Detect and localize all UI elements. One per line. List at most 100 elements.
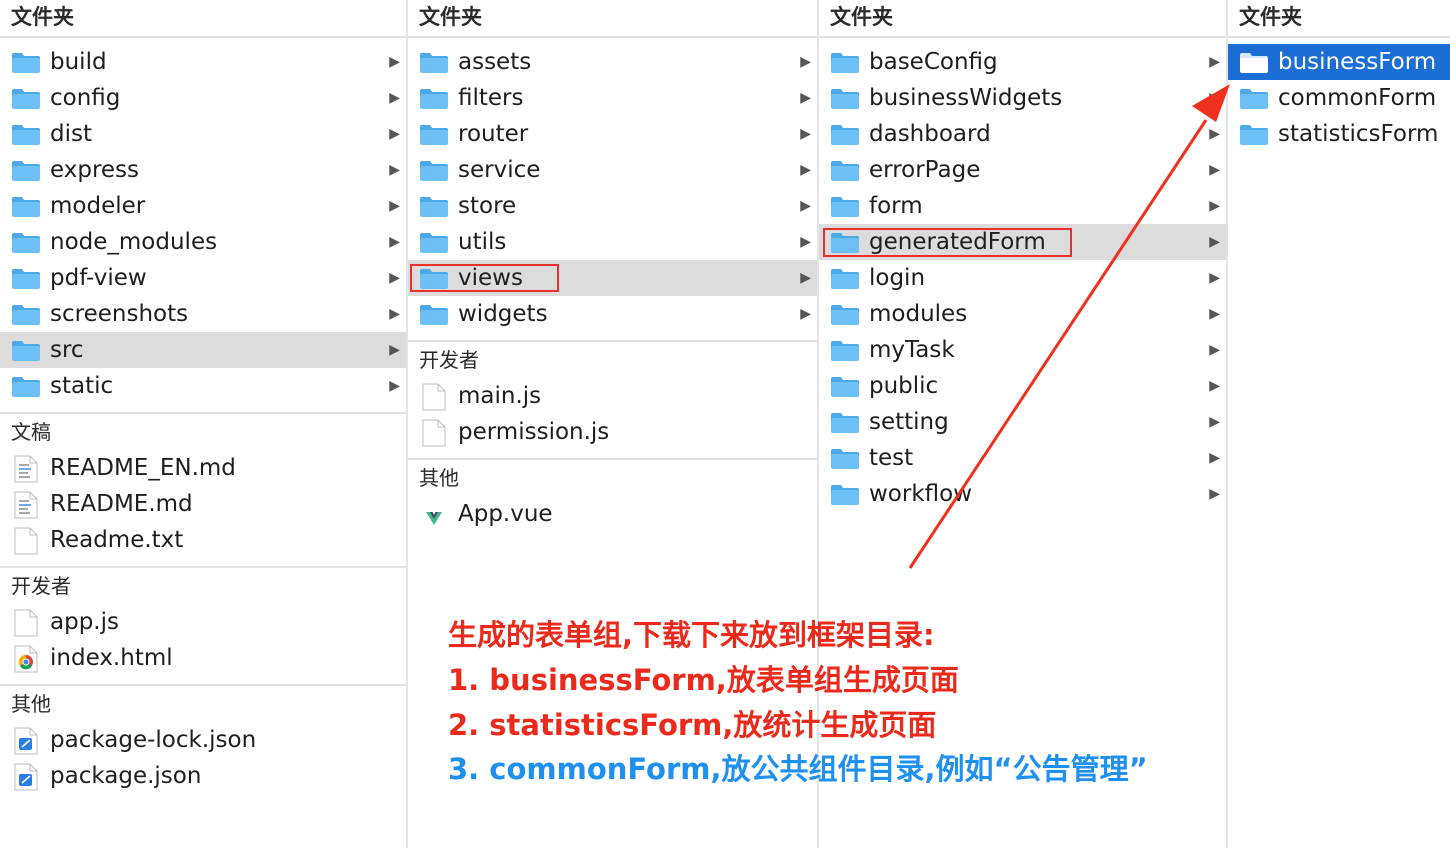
folder-row-config[interactable]: config ▶ (0, 80, 406, 116)
blank-doc-icon (14, 609, 38, 637)
folder-row-static[interactable]: static ▶ (0, 368, 406, 404)
folder-row-assets[interactable]: assets ▶ (408, 44, 817, 80)
folder-label: dashboard (869, 121, 991, 147)
folder-row-setting[interactable]: setting ▶ (819, 404, 1226, 440)
folder-row-commonform[interactable]: commonForm (1228, 80, 1450, 116)
folder-list: baseConfig ▶ businessWidgets ▶ dashboard ▶ err… (819, 44, 1226, 512)
folder-list: businessForm commonForm statisticsForm (1228, 44, 1450, 152)
folder-row-views[interactable]: views ▶ (408, 260, 817, 296)
file-row[interactable]: README_EN.md (0, 450, 406, 486)
annotation-line-3: 2. statisticsForm,放统计生成页面 (448, 708, 937, 742)
folder-row-businesswidgets[interactable]: businessWidgets ▶ (819, 80, 1226, 116)
file-row[interactable]: permission.js (408, 414, 817, 450)
folder-label: modeler (50, 193, 146, 219)
folder-row-express[interactable]: express ▶ (0, 152, 406, 188)
disclosure-arrow-icon: ▶ (800, 270, 811, 286)
file-row[interactable]: Readme.txt (0, 522, 406, 558)
section-header: 其他 (408, 458, 817, 496)
folder-row-mytask[interactable]: myTask ▶ (819, 332, 1226, 368)
disclosure-arrow-icon: ▶ (800, 54, 811, 70)
folder-row-public[interactable]: public ▶ (819, 368, 1226, 404)
disclosure-arrow-icon: ▶ (389, 306, 400, 322)
folder-icon (419, 232, 449, 254)
folder-list: build ▶ config ▶ dist ▶ express ▶ modeler ▶ node_m… (0, 44, 406, 404)
folder-label: config (50, 85, 121, 111)
folder-row-modeler[interactable]: modeler ▶ (0, 188, 406, 224)
folder-icon (830, 448, 860, 470)
folder-icon (1239, 88, 1269, 110)
file-label: App.vue (458, 501, 553, 527)
file-label: package-lock.json (50, 727, 257, 753)
folder-icon (11, 268, 41, 290)
folder-row-node-modules[interactable]: node_modules ▶ (0, 224, 406, 260)
annotation-line-2: 1. businessForm,放表单组生成页面 (448, 663, 959, 697)
folder-row-baseconfig[interactable]: baseConfig ▶ (819, 44, 1226, 80)
disclosure-arrow-icon: ▶ (1209, 378, 1220, 394)
folder-row-pdf-view[interactable]: pdf-view ▶ (0, 260, 406, 296)
folder-row-filters[interactable]: filters ▶ (408, 80, 817, 116)
folder-icon (830, 196, 860, 218)
disclosure-arrow-icon: ▶ (389, 54, 400, 70)
blank-doc-icon (422, 419, 446, 447)
disclosure-arrow-icon: ▶ (389, 378, 400, 394)
folder-row-test[interactable]: test ▶ (819, 440, 1226, 476)
folder-label: src (50, 337, 84, 363)
annotation-line-1: 生成的表单组,下载下来放到框架目录: (448, 618, 935, 652)
file-row[interactable]: index.html (0, 640, 406, 676)
folder-row-utils[interactable]: utils ▶ (408, 224, 817, 260)
disclosure-arrow-icon: ▶ (800, 126, 811, 142)
folder-row-errorpage[interactable]: errorPage ▶ (819, 152, 1226, 188)
folder-label: errorPage (869, 157, 981, 183)
file-row[interactable]: App.vue (408, 496, 817, 532)
folder-row-store[interactable]: store ▶ (408, 188, 817, 224)
folder-label: workflow (869, 481, 973, 507)
folder-icon (830, 412, 860, 434)
vue-doc-icon (422, 501, 446, 529)
file-row[interactable]: app.js (0, 604, 406, 640)
column-root: 文件夹 build ▶ config ▶ dist ▶ express ▶ modeler ▶ nod… (0, 0, 406, 848)
folder-label: businessWidgets (869, 85, 1063, 111)
folder-row-businessform[interactable]: businessForm (1228, 44, 1450, 80)
folder-icon (830, 124, 860, 146)
folder-row-generatedform[interactable]: generatedForm ▶ (819, 224, 1226, 260)
folder-row-router[interactable]: router ▶ (408, 116, 817, 152)
folder-label: baseConfig (869, 49, 998, 75)
folder-row-dist[interactable]: dist ▶ (0, 116, 406, 152)
folder-row-src[interactable]: src ▶ (0, 332, 406, 368)
file-row[interactable]: main.js (408, 378, 817, 414)
folder-row-workflow[interactable]: workflow ▶ (819, 476, 1226, 512)
blank-doc-icon (14, 527, 38, 555)
folder-row-login[interactable]: login ▶ (819, 260, 1226, 296)
folder-row-statisticsform[interactable]: statisticsForm (1228, 116, 1450, 152)
folder-icon (419, 304, 449, 326)
disclosure-arrow-icon: ▶ (389, 162, 400, 178)
folder-label: widgets (458, 301, 548, 327)
file-row[interactable]: README.md (0, 486, 406, 522)
folder-row-dashboard[interactable]: dashboard ▶ (819, 116, 1226, 152)
file-row[interactable]: package-lock.json (0, 722, 406, 758)
folder-row-build[interactable]: build ▶ (0, 44, 406, 80)
folder-icon (419, 160, 449, 182)
disclosure-arrow-icon: ▶ (389, 90, 400, 106)
folder-row-form[interactable]: form ▶ (819, 188, 1226, 224)
folder-icon (830, 232, 860, 254)
folder-label: setting (869, 409, 949, 435)
folder-icon (830, 268, 860, 290)
file-row[interactable]: package.json (0, 758, 406, 794)
disclosure-arrow-icon: ▶ (1209, 126, 1220, 142)
disclosure-arrow-icon: ▶ (1209, 90, 1220, 106)
disclosure-arrow-icon: ▶ (800, 162, 811, 178)
folder-label: generatedForm (869, 229, 1046, 255)
column-header: 文件夹 (408, 0, 817, 38)
folder-row-service[interactable]: service ▶ (408, 152, 817, 188)
folder-row-widgets[interactable]: widgets ▶ (408, 296, 817, 332)
column-header: 文件夹 (0, 0, 406, 38)
folder-label: form (869, 193, 923, 219)
folder-icon (11, 160, 41, 182)
folder-label: screenshots (50, 301, 189, 327)
folder-icon (830, 340, 860, 362)
folder-row-screenshots[interactable]: screenshots ▶ (0, 296, 406, 332)
disclosure-arrow-icon: ▶ (1209, 162, 1220, 178)
folder-row-modules[interactable]: modules ▶ (819, 296, 1226, 332)
disclosure-arrow-icon: ▶ (389, 234, 400, 250)
